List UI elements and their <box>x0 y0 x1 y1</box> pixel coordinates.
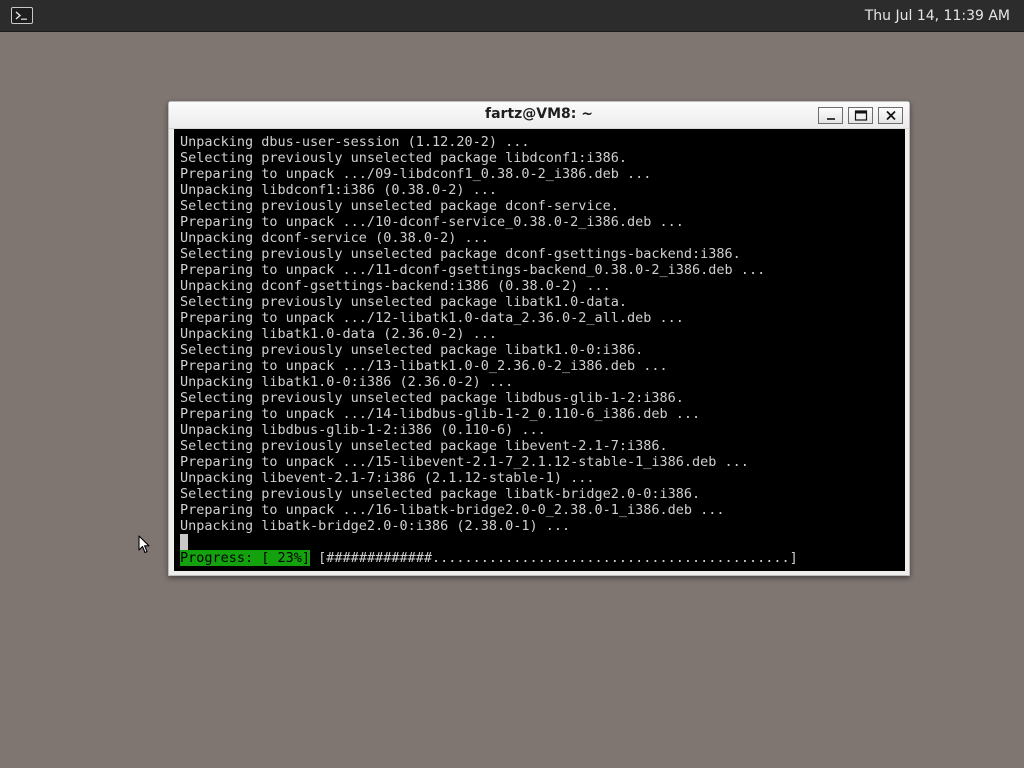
minimize-button[interactable] <box>818 107 843 124</box>
terminal-line: Selecting previously unselected package … <box>180 438 668 454</box>
terminal-line: Preparing to unpack .../16-libatk-bridge… <box>180 502 725 518</box>
maximize-button[interactable] <box>848 107 873 124</box>
terminal-line: Preparing to unpack .../09-libdconf1_0.3… <box>180 166 652 182</box>
terminal-line: Unpacking libatk1.0-0:i386 (2.36.0-2) ..… <box>180 374 514 390</box>
mouse-pointer-icon <box>138 535 150 554</box>
terminal-icon[interactable] <box>11 7 33 24</box>
terminal-line: Unpacking libatk1.0-data (2.36.0-2) ... <box>180 326 497 342</box>
terminal-line: Unpacking libdbus-glib-1-2:i386 (0.110-6… <box>180 422 546 438</box>
minimize-icon <box>826 118 835 120</box>
progress-bar: [#############..........................… <box>310 550 798 566</box>
terminal-line: Selecting previously unselected package … <box>180 486 701 502</box>
window-titlebar[interactable]: fartz@VM8: ~ <box>169 102 909 129</box>
terminal-window[interactable]: fartz@VM8: ~ Unpacking dbus-user-session… <box>168 101 910 576</box>
terminal-line: Preparing to unpack .../14-libdbus-glib-… <box>180 406 701 422</box>
terminal-line: Unpacking libdconf1:i386 (0.38.0-2) ... <box>180 182 497 198</box>
terminal-line: Preparing to unpack .../10-dconf-service… <box>180 214 684 230</box>
terminal-line: Unpacking dconf-service (0.38.0-2) ... <box>180 230 489 246</box>
maximize-icon <box>854 110 867 121</box>
terminal-line: Selecting previously unselected package … <box>180 150 628 166</box>
close-button[interactable] <box>878 107 903 124</box>
terminal-line: Selecting previously unselected package … <box>180 342 644 358</box>
progress-label: Progress: [ 23%] <box>180 550 311 566</box>
progress-row: Progress: [ 23%] [#############.........… <box>180 550 798 566</box>
terminal-line: Selecting previously unselected package … <box>180 246 741 262</box>
text-cursor <box>180 534 188 550</box>
terminal-lines: Unpacking dbus-user-session (1.12.20-2) … <box>180 134 765 534</box>
terminal-line: Unpacking dbus-user-session (1.12.20-2) … <box>180 134 530 150</box>
close-icon <box>885 110 896 121</box>
terminal-line: Preparing to unpack .../11-dconf-gsettin… <box>180 262 766 278</box>
terminal-line: Selecting previously unselected package … <box>180 294 628 310</box>
terminal-output[interactable]: Unpacking dbus-user-session (1.12.20-2) … <box>174 129 905 571</box>
terminal-line: Unpacking libatk-bridge2.0-0:i386 (2.38.… <box>180 518 571 534</box>
terminal-line: Unpacking dconf-gsettings-backend:i386 (… <box>180 278 611 294</box>
top-panel: Thu Jul 14, 11:39 AM <box>0 0 1024 32</box>
terminal-line: Selecting previously unselected package … <box>180 390 684 406</box>
clock[interactable]: Thu Jul 14, 11:39 AM <box>865 8 1010 24</box>
terminal-line: Preparing to unpack .../12-libatk1.0-dat… <box>180 310 684 326</box>
terminal-line: Unpacking libevent-2.1-7:i386 (2.1.12-st… <box>180 470 595 486</box>
terminal-line: Selecting previously unselected package … <box>180 198 619 214</box>
terminal-line: Preparing to unpack .../13-libatk1.0-0_2… <box>180 358 668 374</box>
terminal-line: Preparing to unpack .../15-libevent-2.1-… <box>180 454 749 470</box>
window-title: fartz@VM8: ~ <box>485 106 593 122</box>
